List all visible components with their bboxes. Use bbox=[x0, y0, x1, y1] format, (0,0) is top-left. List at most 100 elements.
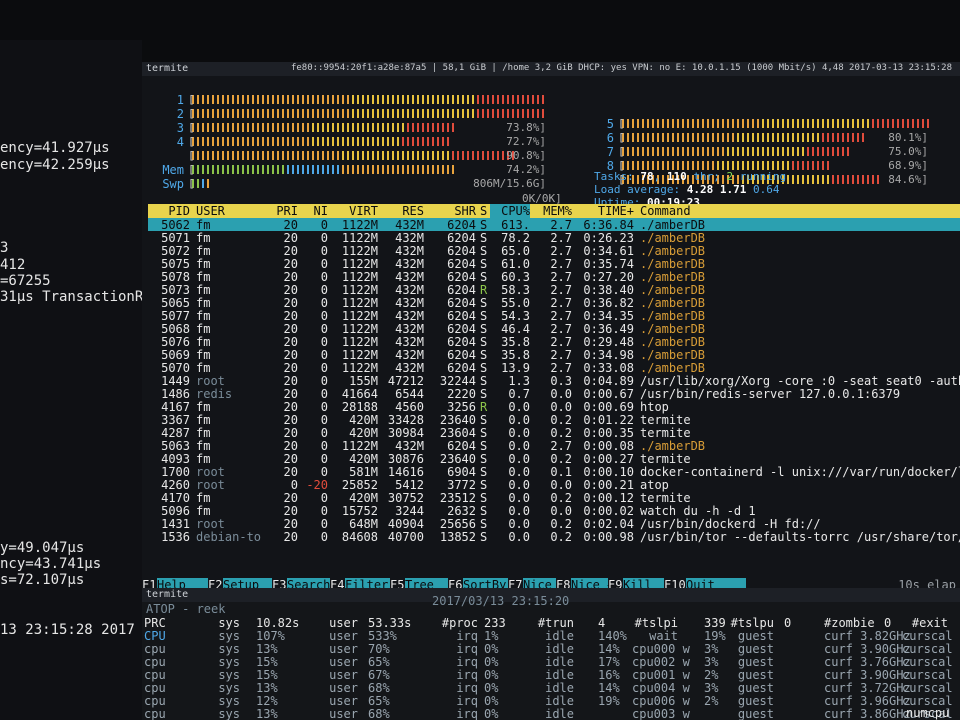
process-row[interactable]: 4170 fm 20 0 420M 30752 23512 S 0.0 0.2 0:00.12 ter… bbox=[148, 491, 960, 505]
column-header-mem[interactable]: MEM% bbox=[532, 204, 572, 218]
process-user: fm bbox=[196, 231, 211, 245]
process-virt: 1122M bbox=[341, 296, 378, 310]
process-cmd: termite bbox=[640, 413, 691, 427]
process-ni: 0 bbox=[320, 231, 328, 245]
process-virt: 581M bbox=[349, 465, 378, 479]
process-pri: 20 bbox=[283, 530, 298, 544]
process-row[interactable]: 5063 fm 20 0 1122M 432M 6204 S 0.0 2.7 0:00.08 ./am… bbox=[148, 439, 960, 453]
process-user: root bbox=[196, 517, 225, 531]
cpu-meter-left-3-bracket: [ bbox=[188, 135, 195, 148]
process-row[interactable]: 5062 fm 20 0 1122M 432M 6204 S 613. 2.7 6:36.84 ./a… bbox=[148, 218, 960, 232]
column-header-cpu[interactable]: CPU% bbox=[490, 204, 530, 218]
process-res: 30984 bbox=[387, 426, 424, 440]
atop-cell: curscal bbox=[902, 642, 953, 656]
process-cmd: ./amberDB bbox=[640, 257, 706, 271]
process-time: 0:00.21 bbox=[583, 478, 634, 492]
process-shr: 6204 bbox=[447, 296, 476, 310]
process-pri: 20 bbox=[283, 296, 298, 310]
process-cmd: ./amberDB bbox=[640, 322, 706, 336]
atop-cell: 13% bbox=[256, 707, 278, 720]
process-row[interactable]: 4287 fm 20 0 420M 30984 23604 S 0.0 0.2 0:00.35 ter… bbox=[148, 426, 960, 440]
process-row[interactable]: 5078 fm 20 0 1122M 432M 6204 S 60.3 2.7 0:27.20 ./a… bbox=[148, 270, 960, 284]
process-row[interactable]: 5096 fm 20 0 15752 3244 2632 S 0.0 0.0 0:00.02 watc… bbox=[148, 504, 960, 518]
atop-cell: guest bbox=[737, 707, 774, 720]
process-row[interactable]: 5071 fm 20 0 1122M 432M 6204 S 78.2 2.7 0:26.23 ./a… bbox=[148, 231, 960, 245]
column-header-ni[interactable]: NI bbox=[298, 204, 328, 218]
process-res: 432M bbox=[395, 257, 424, 271]
process-shr: 2632 bbox=[447, 504, 476, 518]
process-row[interactable]: 5072 fm 20 0 1122M 432M 6204 S 65.0 2.7 0:34.61 ./a… bbox=[148, 244, 960, 258]
process-row[interactable]: 5077 fm 20 0 1122M 432M 6204 S 54.3 2.7 0:34.35 ./a… bbox=[148, 309, 960, 323]
left-terminal-line: 31µs TransactionR bbox=[0, 289, 142, 305]
process-row[interactable]: 5068 fm 20 0 1122M 432M 6204 S 46.4 2.7 0:36.49 ./a… bbox=[148, 322, 960, 336]
process-pri: 20 bbox=[283, 309, 298, 323]
atop-cell: #tslpi bbox=[634, 616, 678, 630]
process-row[interactable]: 4260 root 0 -20 25852 5412 3772 S 0.0 0.0 0:00.21 a… bbox=[148, 478, 960, 492]
process-res: 6544 bbox=[395, 387, 424, 401]
column-header-pid[interactable]: PID bbox=[148, 204, 190, 218]
process-ni: 0 bbox=[320, 413, 328, 427]
process-time: 0:00.10 bbox=[583, 465, 634, 479]
process-row[interactable]: 5075 fm 20 0 1122M 432M 6204 S 61.0 2.7 0:35.74 ./a… bbox=[148, 257, 960, 271]
process-cpu: 613. bbox=[501, 218, 530, 232]
process-cpu: 58.3 bbox=[501, 283, 530, 297]
process-row[interactable]: 1486 redis 20 0 41664 6544 2220 S 0.7 0.0 0:00.67/… bbox=[148, 387, 960, 401]
atop-cell: guest bbox=[737, 694, 774, 708]
process-row[interactable]: 5070 fm 20 0 1122M 432M 6204 S 13.9 2.7 0:33.08 ./a… bbox=[148, 361, 960, 375]
left-terminal-line: 13 23:15:28 2017 bbox=[0, 622, 135, 638]
process-cpu: 0.7 bbox=[508, 387, 530, 401]
column-header-shr[interactable]: SHR bbox=[426, 204, 476, 218]
cpu-meter-right-2-bracket: [ bbox=[618, 145, 625, 158]
process-row[interactable]: 1449 root 20 0 155M 47212 32244 S 1.3 0.3 0:04.89/… bbox=[148, 374, 960, 388]
process-pri: 20 bbox=[283, 517, 298, 531]
htop-window[interactable]: termite fe80::9954:20f1:a28e:87a5 | 58,1… bbox=[142, 62, 960, 720]
process-row[interactable]: 5076 fm 20 0 1122M 432M 6204 S 35.8 2.7 0:29.48 ./a… bbox=[148, 335, 960, 349]
process-pri: 20 bbox=[283, 218, 298, 232]
process-row[interactable]: 3367 fm 20 0 420M 33428 23640 S 0.0 0.2 0:01.22 ter… bbox=[148, 413, 960, 427]
column-header-virt[interactable]: VIRT bbox=[332, 204, 378, 218]
process-time: 0:00.98 bbox=[583, 530, 634, 544]
process-ni: -20 bbox=[306, 478, 328, 492]
process-pri: 20 bbox=[283, 244, 298, 258]
atop-cell: 15% bbox=[256, 668, 278, 682]
process-row[interactable]: 1536 debian-to 20 0 84608 40700 13852 S 0.0 0.2 0:… bbox=[148, 530, 960, 544]
process-shr: 32244 bbox=[439, 374, 476, 388]
process-cmd: watch du -h -d 1 bbox=[640, 504, 756, 518]
process-ni: 0 bbox=[320, 374, 328, 388]
column-header-command[interactable]: Command bbox=[640, 204, 960, 218]
atop-cell: curscal bbox=[902, 668, 953, 682]
process-row[interactable]: 1700 root 20 0 581M 14616 6904 S 0.0 0.1 0:00.10 do… bbox=[148, 465, 960, 479]
process-row[interactable]: 4093 fm 20 0 420M 30876 23640 S 0.0 0.2 0:00.27 ter… bbox=[148, 452, 960, 466]
process-ni: 0 bbox=[320, 361, 328, 375]
atop-panel[interactable]: ATOP - reek 2017/03/13 23:15:20 PRC sys 10.8… bbox=[142, 594, 960, 720]
atop-cell: guest bbox=[737, 668, 774, 682]
column-header-res[interactable]: RES bbox=[380, 204, 424, 218]
atop-cell: 68% bbox=[368, 681, 390, 695]
process-row[interactable]: 1431 root 20 0 648M 40904 25656 S 0.0 0.2 0:02.04/… bbox=[148, 517, 960, 531]
process-res: 432M bbox=[395, 218, 424, 232]
cpu-meter-left-4: 90.8%] [ bbox=[188, 149, 548, 162]
atop-cell: guest bbox=[737, 629, 774, 643]
cpu-meter-right-0: [ bbox=[618, 117, 930, 130]
atop-cell: curf 3.90GHz bbox=[824, 668, 911, 682]
process-user: fm bbox=[196, 283, 211, 297]
cpu-meter-right-2-label: 7 bbox=[606, 145, 614, 159]
process-time: 0:00.67 bbox=[583, 387, 634, 401]
cpu-meter-left-3-percent: 72.7%] bbox=[506, 135, 546, 148]
process-mem: 2.7 bbox=[550, 439, 572, 453]
cpu-meter-left-2-percent: 73.8%] bbox=[506, 121, 546, 134]
process-table-header[interactable]: PID USER PRI NI VIRT RES SHR S CPU% MEM% TIME+ Comm… bbox=[148, 204, 960, 218]
atop-cell: curf 3.86GHz bbox=[824, 707, 911, 720]
atop-cell: irq bbox=[456, 655, 478, 669]
column-header-time[interactable]: TIME+ bbox=[574, 204, 634, 218]
process-row[interactable]: 5073 fm 20 0 1122M 432M 6204 R 58.3 2.7 0:38.40 ./a… bbox=[148, 283, 960, 297]
column-header-user[interactable]: USER bbox=[196, 204, 266, 218]
column-header-pri[interactable]: PRI bbox=[266, 204, 298, 218]
process-virt: 1122M bbox=[341, 244, 378, 258]
process-row[interactable]: 5069 fm 20 0 1122M 432M 6204 S 35.8 2.7 0:34.98 ./a… bbox=[148, 348, 960, 362]
process-row[interactable]: 5065 fm 20 0 1122M 432M 6204 S 55.0 2.7 0:36.82 ./a… bbox=[148, 296, 960, 310]
process-mem: 2.7 bbox=[550, 361, 572, 375]
atop-window-title: termite bbox=[146, 589, 189, 600]
atop-cell: sys bbox=[218, 629, 240, 643]
process-row[interactable]: 4167 fm 20 0 28188 4560 3256 R 0.0 0.0 0:00.69 htop bbox=[148, 400, 960, 414]
